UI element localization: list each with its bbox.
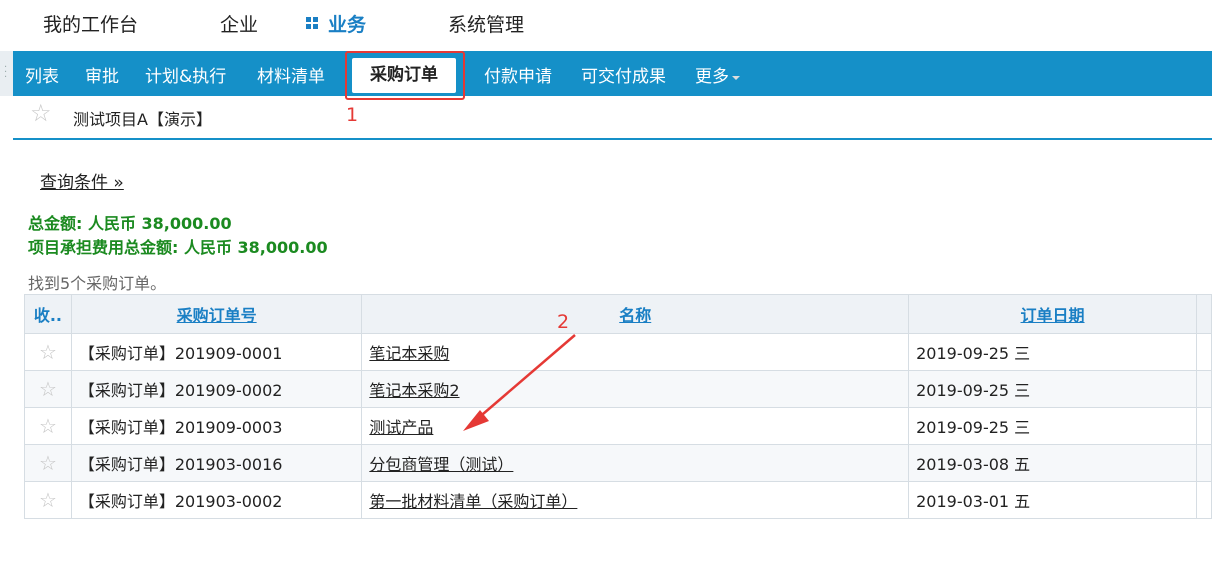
order-name-cell: 第一批材料清单（采购订单）: [361, 481, 910, 519]
result-count: 找到5个采购订单。: [28, 274, 167, 293]
order-name-cell: 笔记本采购2: [361, 370, 910, 408]
column-header-favorite[interactable]: 收..: [24, 294, 72, 334]
star-icon[interactable]: ☆: [24, 407, 72, 445]
order-name-link[interactable]: 测试产品: [369, 418, 433, 437]
topnav-item-system[interactable]: 系统管理: [448, 10, 524, 37]
table-row: ☆ 【采购订单】201903-0016 分包商管理（测试） 2019-03-08…: [24, 444, 1212, 482]
order-name-cell: 测试产品: [361, 407, 910, 445]
table-row: ☆ 【采购订单】201909-0001 笔记本采购 2019-09-25 三: [24, 333, 1212, 371]
tab-plan-execution[interactable]: 计划&执行: [145, 62, 226, 87]
project-header: ☆ 测试项目A【演示】: [13, 96, 1212, 140]
order-date: 2019-03-01 五: [908, 481, 1197, 519]
tab-more-label: 更多: [695, 67, 729, 87]
column-header-order-date[interactable]: 订单日期: [908, 294, 1197, 334]
column-header-order-no-link[interactable]: 采购订单号: [177, 306, 257, 325]
total-amount: 总金额: 人民币 38,000.00: [28, 214, 232, 233]
order-name-link[interactable]: 笔记本采购2: [369, 381, 459, 400]
project-cost-total: 项目承担费用总金额: 人民币 38,000.00: [28, 238, 328, 257]
order-name-link[interactable]: 第一批材料清单（采购订单）: [369, 492, 577, 511]
drag-handle[interactable]: · · ·: [0, 51, 13, 96]
order-number: 【采购订单】201909-0001: [70, 333, 363, 371]
overflow-cell: [1195, 444, 1212, 482]
column-header-name[interactable]: 名称: [361, 294, 910, 334]
tab-deliverables[interactable]: 可交付成果: [581, 62, 666, 87]
annotation-highlight-box: [345, 51, 465, 100]
table-header-row: 收.. 采购订单号 名称 订单日期: [24, 294, 1212, 334]
table-row: ☆ 【采购订单】201909-0002 笔记本采购2 2019-09-25 三: [24, 370, 1212, 408]
table-row: ☆ 【采购订单】201903-0002 第一批材料清单（采购订单） 2019-0…: [24, 481, 1212, 519]
top-navigation: 我的工作台 企业 业务 系统管理: [0, 0, 1212, 50]
order-name-cell: 笔记本采购: [361, 333, 910, 371]
order-date: 2019-09-25 三: [908, 370, 1197, 408]
overflow-cell: [1195, 407, 1212, 445]
order-date: 2019-09-25 三: [908, 407, 1197, 445]
order-date: 2019-09-25 三: [908, 333, 1197, 371]
star-icon[interactable]: ☆: [30, 99, 52, 127]
column-header-name-link[interactable]: 名称: [619, 306, 651, 325]
tab-approval[interactable]: 审批: [85, 62, 119, 87]
topnav-item-workbench[interactable]: 我的工作台: [43, 10, 138, 37]
column-header-order-no[interactable]: 采购订单号: [70, 294, 363, 334]
star-icon[interactable]: ☆: [24, 370, 72, 408]
overflow-cell: [1195, 333, 1212, 371]
column-header-overflow: [1195, 294, 1212, 334]
order-number: 【采购订单】201903-0016: [70, 444, 363, 482]
overflow-cell: [1195, 370, 1212, 408]
tab-payment-request[interactable]: 付款申请: [484, 62, 552, 87]
purchase-order-table: 收.. 采购订单号 名称 订单日期 ☆ 【采购订单】201909-0001 笔记…: [24, 294, 1212, 519]
grid-icon: [306, 17, 319, 30]
order-number: 【采购订单】201903-0002: [70, 481, 363, 519]
tab-list[interactable]: 列表: [25, 62, 59, 87]
order-number: 【采购订单】201909-0002: [70, 370, 363, 408]
order-date: 2019-03-08 五: [908, 444, 1197, 482]
topnav-item-enterprise[interactable]: 企业: [220, 10, 258, 37]
overflow-cell: [1195, 481, 1212, 519]
query-conditions-link[interactable]: 查询条件 »: [40, 168, 124, 193]
order-name-link[interactable]: 分包商管理（测试）: [369, 455, 513, 474]
star-icon[interactable]: ☆: [24, 333, 72, 371]
column-header-order-date-link[interactable]: 订单日期: [1021, 306, 1085, 325]
annotation-number-2: 2: [557, 311, 570, 333]
topnav-item-business[interactable]: 业务: [306, 10, 366, 37]
tab-more[interactable]: 更多: [695, 62, 740, 87]
tab-material-list[interactable]: 材料清单: [257, 62, 325, 87]
star-icon[interactable]: ☆: [24, 481, 72, 519]
star-icon[interactable]: ☆: [24, 444, 72, 482]
project-name: 测试项目A【演示】: [73, 110, 212, 129]
order-name-cell: 分包商管理（测试）: [361, 444, 910, 482]
chevron-down-icon: [732, 76, 740, 80]
order-name-link[interactable]: 笔记本采购: [369, 344, 449, 363]
module-tab-bar: 列表 审批 计划&执行 材料清单 采购订单 付款申请 可交付成果 更多: [13, 51, 1212, 96]
order-number: 【采购订单】201909-0003: [70, 407, 363, 445]
table-row: ☆ 【采购订单】201909-0003 测试产品 2019-09-25 三: [24, 407, 1212, 445]
topnav-item-business-label: 业务: [328, 14, 367, 36]
